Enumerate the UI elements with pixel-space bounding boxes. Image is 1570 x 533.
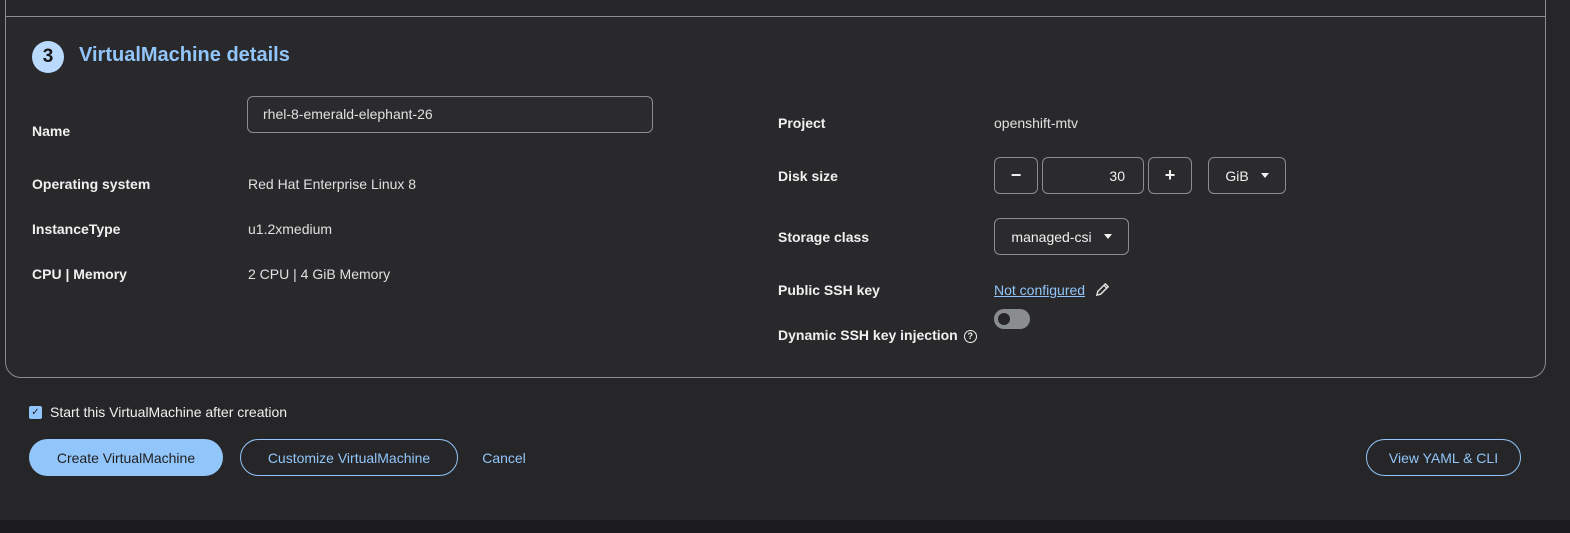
start-after-creation-checkbox[interactable]: ✓ (29, 406, 42, 419)
storage-class-value: managed-csi (1011, 228, 1092, 245)
bottom-bar (0, 520, 1570, 533)
os-label: Operating system (32, 176, 151, 192)
cpu-memory-label: CPU | Memory (32, 266, 127, 282)
dynamic-ssh-label: Dynamic SSH key injection? (778, 327, 977, 343)
project-value: openshift-mtv (994, 115, 1079, 131)
view-yaml-button[interactable]: View YAML & CLI (1366, 439, 1521, 476)
section-title: VirtualMachine details (79, 44, 290, 66)
ssh-key-label: Public SSH key (778, 282, 880, 298)
create-vm-button[interactable]: Create VirtualMachine (29, 439, 223, 476)
name-input[interactable]: rhel-8-emerald-elephant-26 (247, 96, 653, 133)
disk-unit-select[interactable]: GiB (1208, 157, 1286, 194)
instancetype-value: u1.2xmedium (248, 221, 333, 237)
os-value: Red Hat Enterprise Linux 8 (248, 176, 417, 192)
dynamic-ssh-toggle[interactable] (994, 309, 1030, 329)
start-after-creation-label: Start this VirtualMachine after creation (50, 404, 288, 420)
storage-class-select[interactable]: managed-csi (994, 218, 1129, 255)
name-label: Name (32, 123, 71, 139)
pencil-icon[interactable] (1095, 282, 1110, 297)
ssh-key-link[interactable]: Not configured (994, 282, 1085, 298)
help-icon[interactable]: ? (963, 329, 977, 343)
storage-class-label: Storage class (778, 229, 870, 245)
caret-down-icon (1103, 234, 1112, 239)
disk-size-label: Disk size (778, 168, 838, 184)
toggle-knob (998, 313, 1010, 325)
instancetype-label: InstanceType (32, 221, 121, 237)
customize-vm-button[interactable]: Customize VirtualMachine (240, 439, 458, 476)
previous-section-card (5, 0, 1546, 17)
disk-unit-value: GiB (1225, 167, 1249, 184)
project-label: Project (778, 115, 826, 131)
caret-down-icon (1260, 173, 1269, 178)
step-number-badge: 3 (32, 41, 64, 73)
dynamic-ssh-label-text: Dynamic SSH key injection (778, 327, 958, 343)
cpu-memory-value: 2 CPU | 4 GiB Memory (248, 266, 391, 282)
disk-plus-button[interactable]: + (1148, 157, 1192, 194)
disk-size-input[interactable]: 30 (1042, 157, 1144, 194)
vm-details-card (5, 16, 1546, 378)
cancel-button[interactable]: Cancel (474, 439, 534, 476)
disk-minus-button[interactable]: − (994, 157, 1038, 194)
wizard-page: 3 VirtualMachine details Name rhel-8-eme… (0, 0, 1570, 533)
